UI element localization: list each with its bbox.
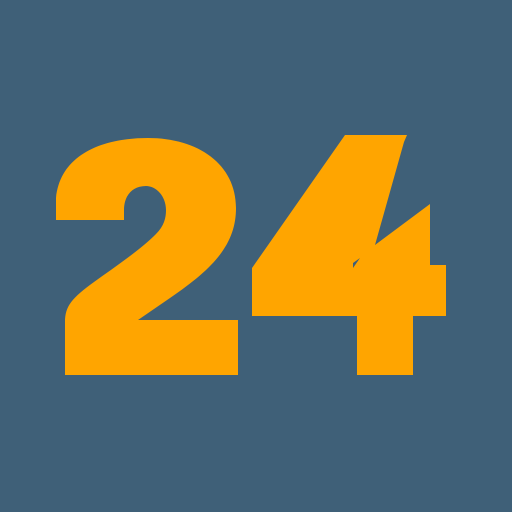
logo-tile: 24 bbox=[0, 0, 512, 512]
digit-four bbox=[252, 135, 446, 375]
logo-mark bbox=[56, 135, 446, 375]
digit-two bbox=[56, 138, 238, 375]
